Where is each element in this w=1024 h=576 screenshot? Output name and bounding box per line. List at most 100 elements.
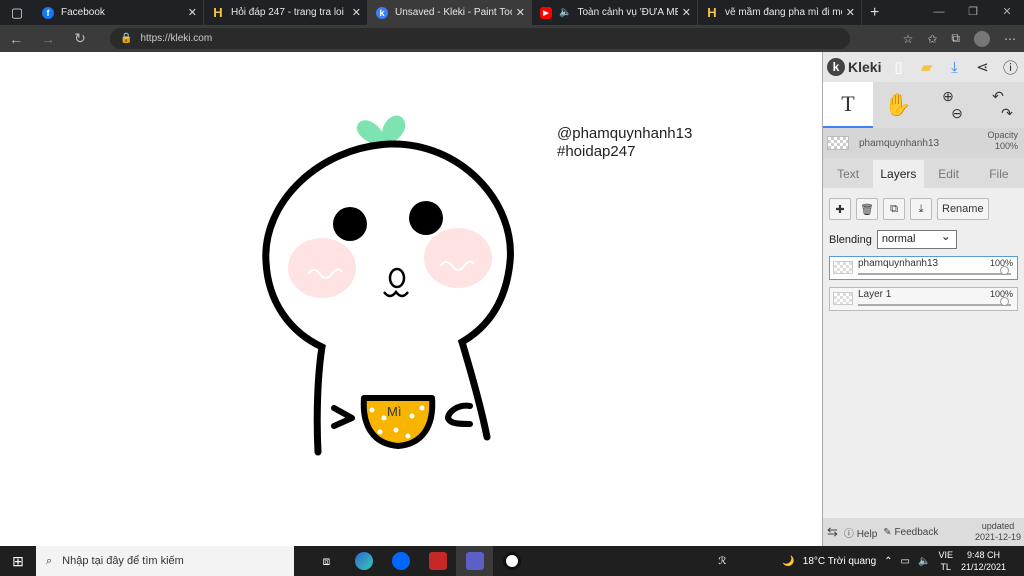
zoom-out-icon[interactable]: ⊖ <box>951 105 963 122</box>
collections-icon[interactable]: ⧉ <box>951 31 960 46</box>
drawing-canvas[interactable]: Mì @phamquynhanh13 #hoidap247 <box>0 52 822 546</box>
taskbar-search[interactable]: ⌕ Nhập tại đây để tìm kiếm <box>36 546 294 576</box>
tab-hoidap-2[interactable]: H vẽ mầm đang pha mì đi mọi ✕ <box>698 0 862 25</box>
search-placeholder: Nhập tại đây để tìm kiếm <box>62 555 184 567</box>
active-layer-info: phamquynhanh13 Opacity 100% <box>823 128 1024 158</box>
text-tool-button[interactable]: T <box>823 82 873 128</box>
people-icon[interactable]: ℛ <box>718 556 726 567</box>
minimize-icon[interactable]: — <box>922 0 956 25</box>
weather-text[interactable]: 18°C Trời quang <box>803 556 876 567</box>
right-eye <box>409 201 443 235</box>
feedback-label: Feedback <box>894 526 939 538</box>
new-file-icon[interactable]: ▯ <box>887 58 909 76</box>
tab-kleki[interactable]: k Unsaved - Kleki - Paint Tool ✕ <box>368 0 532 25</box>
new-tab-button[interactable]: + <box>870 4 879 22</box>
opacity-display: Opacity 100% <box>987 130 1018 152</box>
feedback-link[interactable]: ✎ Feedback <box>883 527 938 538</box>
layer-item[interactable]: Layer 1 100% <box>829 287 1018 311</box>
swap-icon[interactable]: ⇆ <box>827 524 838 540</box>
app-button[interactable] <box>419 546 456 576</box>
undo-icon[interactable]: ↶ <box>992 88 1004 105</box>
start-button[interactable]: ⊞ <box>0 553 36 570</box>
windows-taskbar: ⊞ ⌕ Nhập tại đây để tìm kiếm ⧈ ℛ 🌙 18°C … <box>0 546 1024 576</box>
teams-button[interactable] <box>456 546 493 576</box>
lock-icon: 🔒 <box>120 33 133 44</box>
help-link[interactable]: ⓘ Help <box>844 525 877 540</box>
layer-thumbnail <box>833 261 853 274</box>
tray-chevron-icon[interactable]: ⌃ <box>884 556 892 567</box>
layer-thumbnail <box>827 136 849 150</box>
favorites-list-icon[interactable]: ✩ <box>927 32 937 46</box>
tab-edit[interactable]: Edit <box>924 160 974 188</box>
network-icon[interactable]: ▭ <box>901 556 910 567</box>
zalo-button[interactable] <box>382 546 419 576</box>
language-indicator[interactable]: VIE TL <box>938 549 953 573</box>
tab-facebook[interactable]: f Facebook ✕ <box>34 0 204 25</box>
help-icon[interactable]: ⓘ <box>999 57 1021 78</box>
hashtag-text: #hoidap247 <box>557 143 636 160</box>
recorder-button[interactable] <box>493 546 530 576</box>
tab-actions-icon[interactable]: ▢ <box>0 0 34 25</box>
edge-button[interactable] <box>345 546 382 576</box>
zalo-icon <box>391 552 410 570</box>
restore-icon[interactable]: ❐ <box>956 0 990 25</box>
undo-redo-button[interactable]: ↶ ↷ <box>973 82 1023 128</box>
favorite-icon[interactable]: ☆ <box>903 32 914 46</box>
layer-opacity-slider[interactable] <box>858 297 1011 306</box>
nose <box>388 267 406 289</box>
close-icon[interactable]: ✕ <box>516 6 525 19</box>
speaker-icon[interactable]: 🔈 <box>559 7 571 18</box>
more-icon[interactable]: ⋯ <box>1004 32 1016 46</box>
text-tool-icon: T <box>841 91 855 116</box>
blending-select[interactable]: normal <box>876 228 957 249</box>
clock-date: 21/12/2021 <box>960 562 1006 572</box>
forward-icon[interactable]: → <box>32 31 64 47</box>
canvas-text: @phamquynhanh13 #hoidap247 <box>557 125 692 161</box>
slider-knob[interactable] <box>1000 266 1009 275</box>
rename-button[interactable]: Rename <box>937 198 989 220</box>
clock[interactable]: 9:48 CH 21/12/2021 <box>961 549 1006 573</box>
share-icon[interactable]: ⋖ <box>971 58 993 76</box>
bowl-dot <box>393 427 399 433</box>
merge-layer-button[interactable]: ⤓ <box>910 198 932 220</box>
redo-icon[interactable]: ↷ <box>1001 105 1013 122</box>
kleki-logo[interactable]: k Kleki <box>827 58 881 76</box>
add-layer-button[interactable]: ✚ <box>829 198 851 220</box>
back-icon[interactable]: ← <box>0 31 32 47</box>
tab-title: Facebook <box>61 7 105 18</box>
clock-time: 9:48 CH <box>966 550 1000 560</box>
download-icon[interactable]: ⤓ <box>943 59 965 76</box>
close-icon[interactable]: ✕ <box>846 6 855 19</box>
tab-file[interactable]: File <box>974 160 1024 188</box>
system-tray: ℛ 🌙 18°C Trời quang ⌃ ▭ 🔈 VIE TL 9:48 CH… <box>718 546 1024 576</box>
hand-tool-button[interactable]: ✋ <box>873 82 923 128</box>
active-layer-name: phamquynhanh13 <box>859 137 940 149</box>
weather-icon: 🌙 <box>782 555 795 567</box>
close-icon[interactable]: ✕ <box>188 6 197 19</box>
close-icon[interactable]: ✕ <box>352 6 361 19</box>
close-icon[interactable]: ✕ <box>682 6 691 19</box>
zoom-in-icon[interactable]: ⊕ <box>942 88 954 105</box>
updated-label: updated <box>981 521 1015 531</box>
close-window-icon[interactable]: ✕ <box>990 0 1024 25</box>
left-hand <box>331 405 355 429</box>
layer-opacity-slider[interactable] <box>858 266 1011 275</box>
refresh-icon[interactable]: ↻ <box>64 30 96 47</box>
avatar[interactable] <box>974 30 990 47</box>
duplicate-layer-button[interactable]: ⧉ <box>883 198 905 220</box>
url-field[interactable]: 🔒 https://kleki.com <box>110 28 850 49</box>
open-folder-icon[interactable]: ▰ <box>915 58 937 76</box>
volume-icon[interactable]: 🔈 <box>918 556 930 567</box>
task-view-button[interactable]: ⧈ <box>308 546 345 576</box>
delete-layer-button[interactable]: 🗑 <box>856 198 878 220</box>
tab-layers[interactable]: Layers <box>873 160 924 188</box>
slider-knob[interactable] <box>1000 297 1009 306</box>
tab-text[interactable]: Text <box>823 160 873 188</box>
tab-youtube[interactable]: ▶ 🔈 Toàn cảnh vụ 'ĐƯA MÈO ✕ <box>532 0 698 25</box>
tab-hoidap[interactable]: H Hỏi đáp 247 - trang tra loi ✕ <box>204 0 368 25</box>
zoom-button[interactable]: ⊕ ⊖ <box>923 82 973 128</box>
tab-title: Unsaved - Kleki - Paint Tool <box>395 7 512 18</box>
kleki-icon: k <box>376 6 388 19</box>
bowl-label: Mì <box>387 404 401 419</box>
layer-item[interactable]: phamquynhanh13 100% <box>829 256 1018 280</box>
